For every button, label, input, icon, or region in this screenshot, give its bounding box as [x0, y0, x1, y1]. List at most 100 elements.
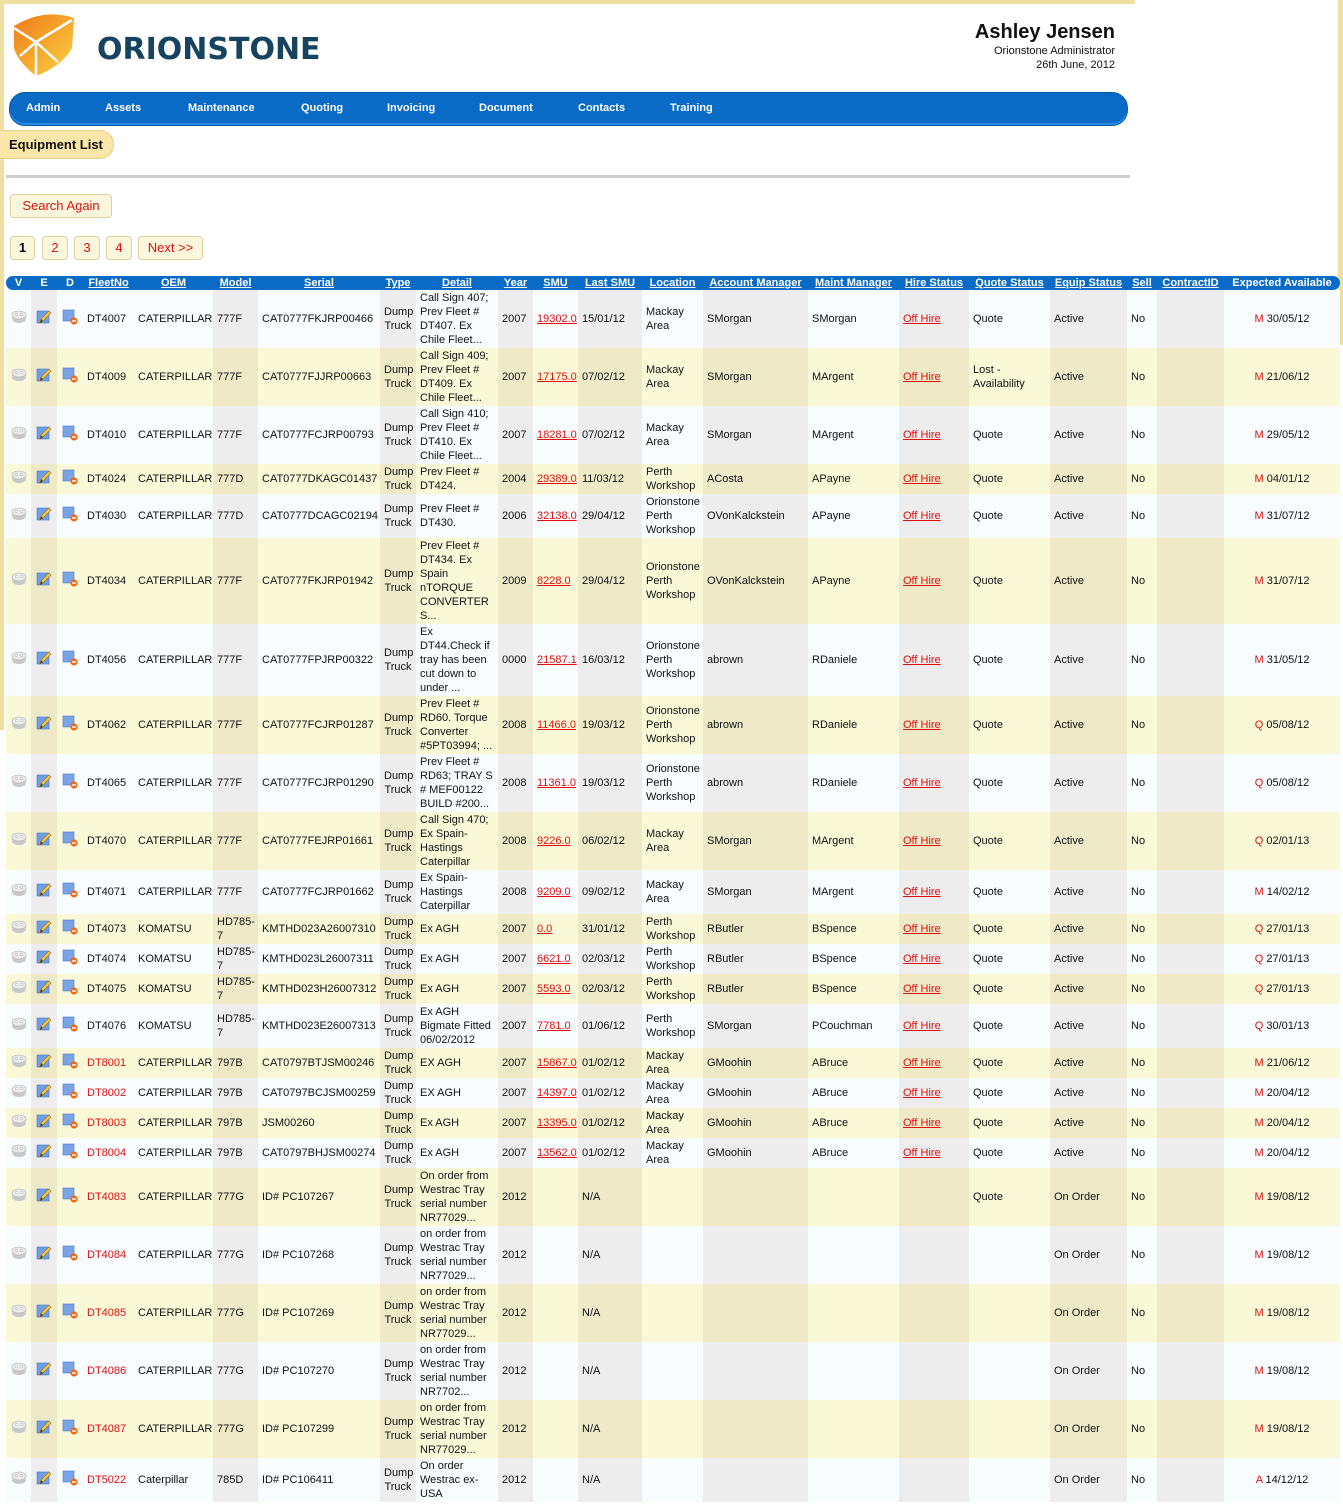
edit-icon[interactable]	[36, 469, 52, 489]
sort-link[interactable]: Maint Manager	[815, 277, 892, 289]
column-header-equip-status[interactable]: Equip Status	[1050, 276, 1127, 290]
delete-button[interactable]	[57, 1458, 83, 1502]
edit-button[interactable]	[31, 1108, 57, 1138]
delete-icon[interactable]	[62, 1143, 78, 1163]
smu-link[interactable]: 14397.0	[537, 1087, 577, 1099]
delete-button[interactable]	[57, 944, 83, 974]
edit-icon[interactable]	[36, 506, 52, 526]
edit-icon[interactable]	[36, 1187, 52, 1207]
delete-button[interactable]	[57, 754, 83, 812]
smu-link[interactable]: 8228.0	[537, 575, 571, 587]
hire-status-link[interactable]: Off Hire	[903, 886, 941, 898]
hire-status-link[interactable]: Off Hire	[903, 371, 941, 383]
edit-button[interactable]	[31, 870, 57, 914]
view-icon[interactable]	[11, 651, 27, 669]
view-button[interactable]	[6, 974, 31, 1004]
page-2-button[interactable]: 2	[42, 236, 68, 260]
view-icon[interactable]	[11, 883, 27, 901]
delete-icon[interactable]	[62, 949, 78, 969]
column-header-hire-status[interactable]: Hire Status	[899, 276, 969, 290]
edit-button[interactable]	[31, 974, 57, 1004]
view-button[interactable]	[6, 1226, 31, 1284]
smu-link[interactable]: 11361.0	[537, 777, 576, 789]
edit-button[interactable]	[31, 494, 57, 538]
view-icon[interactable]	[11, 1471, 27, 1489]
view-icon[interactable]	[11, 368, 27, 386]
smu-link[interactable]: 17175.0	[537, 371, 577, 383]
edit-button[interactable]	[31, 1284, 57, 1342]
page-4-button[interactable]: 4	[106, 236, 132, 260]
sort-link[interactable]: Equip Status	[1055, 277, 1122, 289]
edit-button[interactable]	[31, 754, 57, 812]
nav-assets[interactable]: Assets	[105, 102, 141, 114]
view-button[interactable]	[6, 1048, 31, 1078]
hire-status-link[interactable]: Off Hire	[903, 983, 941, 995]
view-button[interactable]	[6, 696, 31, 754]
sort-link[interactable]: Location	[650, 277, 696, 289]
delete-button[interactable]	[57, 494, 83, 538]
delete-icon[interactable]	[62, 1083, 78, 1103]
column-header-quote-status[interactable]: Quote Status	[969, 276, 1050, 290]
hire-status-link[interactable]: Off Hire	[903, 1057, 941, 1069]
delete-icon[interactable]	[62, 1245, 78, 1265]
delete-button[interactable]	[57, 624, 83, 696]
nav-invoicing[interactable]: Invoicing	[387, 102, 435, 114]
edit-icon[interactable]	[36, 1470, 52, 1490]
column-header-smu[interactable]: SMU	[533, 276, 578, 290]
delete-icon[interactable]	[62, 979, 78, 999]
delete-icon[interactable]	[62, 1470, 78, 1490]
view-button[interactable]	[6, 1004, 31, 1048]
sort-link[interactable]: Hire Status	[905, 277, 963, 289]
column-header-sell[interactable]: Sell	[1127, 276, 1157, 290]
delete-button[interactable]	[57, 1400, 83, 1458]
sort-link[interactable]: Serial	[304, 277, 334, 289]
delete-button[interactable]	[57, 696, 83, 754]
smu-link[interactable]: 13395.0	[537, 1117, 577, 1129]
edit-button[interactable]	[31, 812, 57, 870]
view-button[interactable]	[6, 754, 31, 812]
edit-icon[interactable]	[36, 1303, 52, 1323]
hire-status-link[interactable]: Off Hire	[903, 835, 941, 847]
view-button[interactable]	[6, 914, 31, 944]
sort-link[interactable]: Sell	[1132, 277, 1152, 289]
edit-icon[interactable]	[36, 773, 52, 793]
edit-icon[interactable]	[36, 309, 52, 329]
edit-button[interactable]	[31, 944, 57, 974]
smu-link[interactable]: 19302.0	[537, 313, 577, 325]
delete-button[interactable]	[57, 1048, 83, 1078]
column-header-maint-manager[interactable]: Maint Manager	[808, 276, 899, 290]
tab-equipment-list[interactable]: Equipment List	[0, 130, 114, 159]
nav-training[interactable]: Training	[670, 102, 713, 114]
delete-button[interactable]	[57, 1078, 83, 1108]
smu-link[interactable]: 32138.0	[537, 510, 577, 522]
edit-icon[interactable]	[36, 919, 52, 939]
delete-button[interactable]	[57, 812, 83, 870]
delete-icon[interactable]	[62, 425, 78, 445]
edit-button[interactable]	[31, 538, 57, 624]
view-button[interactable]	[6, 1168, 31, 1226]
edit-icon[interactable]	[36, 1245, 52, 1265]
edit-button[interactable]	[31, 1400, 57, 1458]
column-header-location[interactable]: Location	[642, 276, 703, 290]
column-header-detail[interactable]: Detail	[416, 276, 498, 290]
hire-status-link[interactable]: Off Hire	[903, 953, 941, 965]
edit-icon[interactable]	[36, 715, 52, 735]
hire-status-link[interactable]: Off Hire	[903, 719, 941, 731]
view-button[interactable]	[6, 944, 31, 974]
delete-icon[interactable]	[62, 919, 78, 939]
edit-icon[interactable]	[36, 979, 52, 999]
edit-button[interactable]	[31, 914, 57, 944]
page-1-button[interactable]: 1	[10, 236, 35, 260]
delete-button[interactable]	[57, 1342, 83, 1400]
delete-button[interactable]	[57, 290, 83, 348]
edit-button[interactable]	[31, 1168, 57, 1226]
column-header-year[interactable]: Year	[498, 276, 533, 290]
nav-quoting[interactable]: Quoting	[301, 102, 343, 114]
edit-icon[interactable]	[36, 571, 52, 591]
edit-icon[interactable]	[36, 949, 52, 969]
smu-link[interactable]: 9226.0	[537, 835, 571, 847]
delete-icon[interactable]	[62, 773, 78, 793]
view-button[interactable]	[6, 406, 31, 464]
smu-link[interactable]: 7781.0	[537, 1020, 571, 1032]
sort-link[interactable]: Account Manager	[709, 277, 801, 289]
